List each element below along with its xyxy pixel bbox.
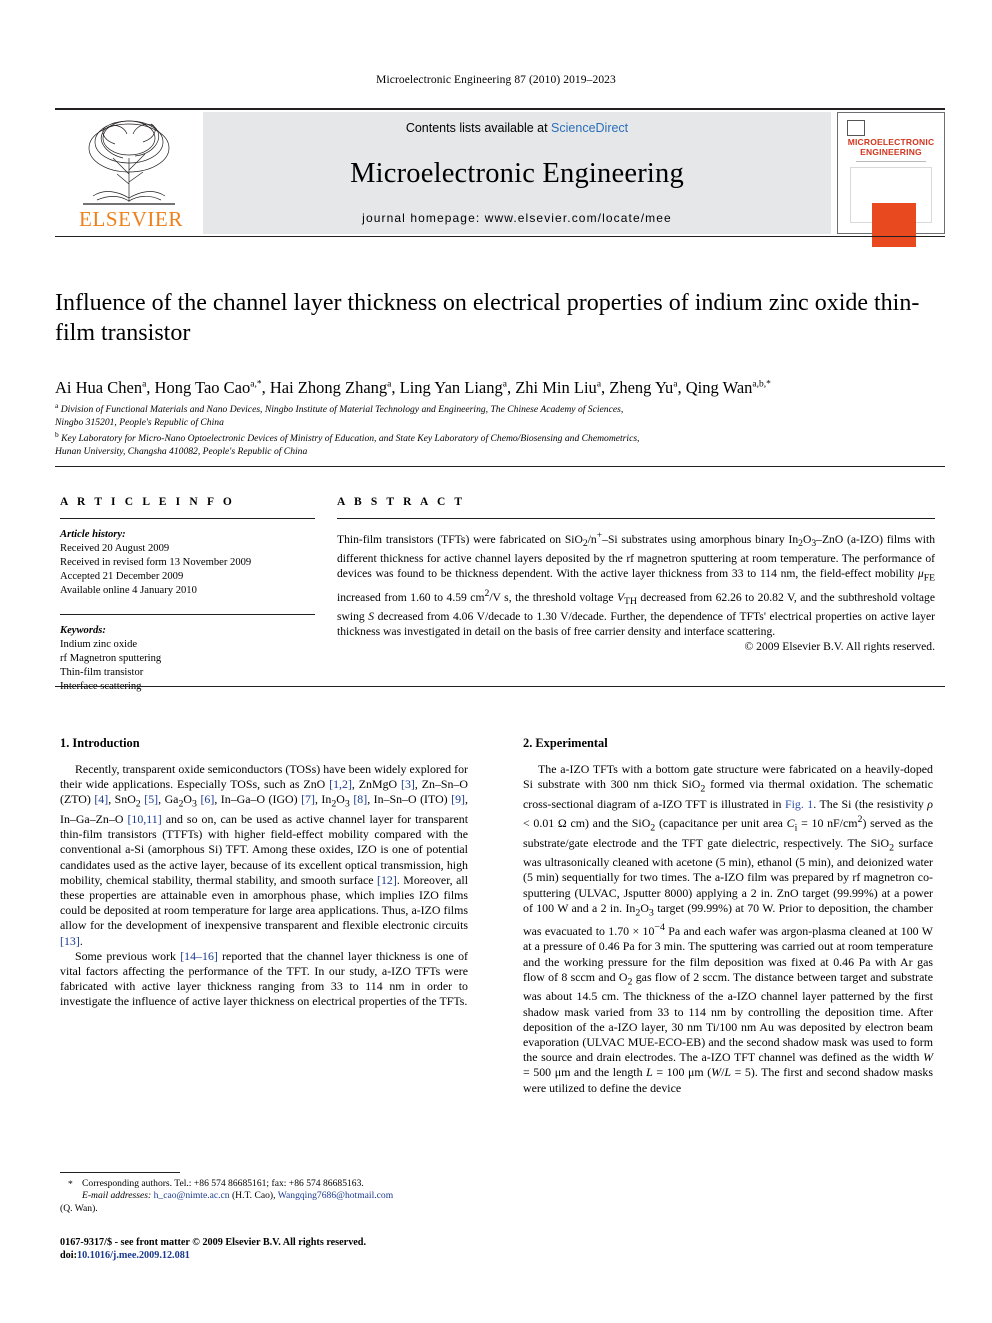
imprint-block: 0167-9317/$ - see front matter © 2009 El… bbox=[60, 1236, 490, 1262]
citation-4[interactable]: [4] bbox=[94, 792, 108, 806]
journal-banner: ELSEVIER Contents lists available at Sci… bbox=[55, 112, 945, 247]
citation-8[interactable]: [8] bbox=[353, 792, 367, 806]
column-right: 2. Experimental The a-IZO TFTs with a bo… bbox=[523, 736, 933, 1096]
sciencedirect-link[interactable]: ScienceDirect bbox=[551, 121, 628, 135]
article-history-2: Accepted 21 December 2009 bbox=[60, 571, 184, 582]
author-5: Zheng Yua, bbox=[609, 377, 686, 397]
citation-1-2[interactable]: [1,2] bbox=[329, 777, 352, 791]
abstract-rule bbox=[337, 518, 935, 519]
info-top-rule bbox=[55, 466, 945, 468]
footnote-marker: * bbox=[68, 1179, 73, 1190]
affiliation-a: a Division of Functional Materials and N… bbox=[55, 401, 624, 416]
running-head: Microelectronic Engineering 87 (2010) 20… bbox=[376, 74, 616, 86]
cover-divider bbox=[856, 161, 926, 162]
figure-1-link[interactable]: Fig. 1 bbox=[785, 797, 813, 811]
section-heading-introduction: 1. Introduction bbox=[60, 736, 140, 750]
banner-top-rule bbox=[55, 108, 945, 110]
footnote-block: * Corresponding authors. Tel.: +86 574 8… bbox=[60, 1178, 475, 1215]
abstract-block: A B S T R A C T Thin-film transistors (T… bbox=[337, 496, 935, 653]
contents-prefix: Contents lists available at bbox=[405, 121, 552, 135]
elsevier-wordmark: ELSEVIER bbox=[79, 207, 183, 231]
banner-bottom-rule bbox=[55, 236, 945, 238]
citation-13[interactable]: [13] bbox=[60, 934, 80, 948]
author-0: Ai Hua Chena, bbox=[55, 377, 155, 397]
email-owner-1: (H.T. Cao), bbox=[231, 1190, 276, 1202]
keyword-0: Indium zinc oxide bbox=[60, 639, 138, 650]
affiliation-b: b Key Laboratory for Micro-Nano Optoelec… bbox=[55, 430, 640, 445]
abstract-text: Thin-film transistors (TFTs) were fabric… bbox=[337, 530, 936, 639]
affiliation-a-cont: Ningbo 315201, People's Republic of Chin… bbox=[55, 416, 224, 428]
article-info-block: A R T I C L E I N F O Article history: R… bbox=[60, 496, 315, 694]
keywords-block: Keywords: Indium zinc oxide rf Magnetron… bbox=[60, 614, 315, 694]
article-info-rule bbox=[60, 518, 315, 519]
abstract-bottom-rule bbox=[55, 686, 945, 688]
email-owner-2: (Q. Wan). bbox=[60, 1202, 98, 1214]
author-2: Hai Zhong Zhanga, bbox=[269, 377, 400, 397]
cover-elsevier-icon bbox=[847, 120, 865, 136]
keywords-rule bbox=[60, 614, 315, 615]
abstract-heading: A B S T R A C T bbox=[337, 496, 466, 508]
keyword-2: Thin-film transistor bbox=[60, 667, 144, 678]
corresponding-author-note: Corresponding authors. Tel.: +86 574 866… bbox=[82, 1178, 364, 1189]
keywords-label: Keywords: bbox=[60, 625, 106, 636]
email-link-1[interactable]: h_cao@nimte.ac.cn bbox=[154, 1190, 230, 1201]
citation-7[interactable]: [7] bbox=[301, 792, 315, 806]
contents-line: Contents lists available at ScienceDirec… bbox=[203, 121, 831, 135]
article-history-0: Received 20 August 2009 bbox=[60, 543, 170, 554]
citation-3[interactable]: [3] bbox=[401, 777, 415, 791]
citation-12[interactable]: [12] bbox=[377, 873, 397, 887]
elsevier-tree-icon bbox=[63, 114, 195, 206]
abstract-copyright: © 2009 Elsevier B.V. All rights reserved… bbox=[744, 640, 935, 654]
article-history-label: Article history: bbox=[60, 529, 126, 540]
column-left: 1. Introduction Recently, transparent ox… bbox=[60, 736, 468, 1010]
journal-homepage[interactable]: journal homepage: www.elsevier.com/locat… bbox=[203, 211, 831, 225]
email-addresses-line: E-mail addresses: h_cao@nimte.ac.cn (H.T… bbox=[60, 1190, 475, 1202]
author-list: Ai Hua Chena, Hong Tao Caoa,*, Hai Zhong… bbox=[55, 374, 945, 398]
email-link-2[interactable]: Wangqing7686@hotmail.com bbox=[278, 1190, 393, 1201]
experimental-paragraph-1: The a-IZO TFTs with a bottom gate struct… bbox=[523, 762, 934, 1095]
intro-paragraph-2: Some previous work [14–16] reported that… bbox=[60, 948, 469, 1009]
author-1: Hong Tao Caoa,*, bbox=[154, 377, 270, 397]
cover-image-swatch bbox=[872, 203, 916, 247]
paper-page: Microelectronic Engineering 87 (2010) 20… bbox=[0, 0, 992, 1323]
cover-title-line1: MICROELECTRONIC bbox=[847, 137, 935, 147]
affiliation-b-cont: Hunan University, Changsha 410082, Peopl… bbox=[55, 446, 308, 458]
banner-center: Contents lists available at ScienceDirec… bbox=[203, 112, 831, 234]
article-history-1: Received in revised form 13 November 200… bbox=[60, 557, 252, 568]
imprint-front-matter: 0167-9317/$ - see front matter © 2009 El… bbox=[60, 1237, 367, 1248]
footnote-rule bbox=[60, 1172, 180, 1173]
intro-paragraph-1: Recently, transparent oxide semiconducto… bbox=[60, 762, 469, 948]
journal-title: Microelectronic Engineering bbox=[350, 158, 684, 189]
article-info-heading: A R T I C L E I N F O bbox=[60, 496, 235, 508]
citation-9[interactable]: [9] bbox=[451, 792, 465, 806]
affiliations: a Division of Functional Materials and N… bbox=[55, 400, 945, 459]
cover-title-line2: ENGINEERING bbox=[860, 147, 922, 157]
author-4: Zhi Min Liua, bbox=[515, 377, 610, 397]
email-label: E-mail addresses: bbox=[82, 1190, 152, 1202]
doi-label: doi: bbox=[60, 1250, 77, 1262]
citation-6[interactable]: [6] bbox=[200, 792, 214, 806]
citation-14-16[interactable]: [14–16] bbox=[180, 949, 218, 963]
citation-10-11[interactable]: [10,11] bbox=[127, 812, 161, 826]
section-heading-experimental: 2. Experimental bbox=[523, 736, 608, 750]
author-6: Qing Wana,b,* bbox=[685, 377, 771, 397]
elsevier-logo: ELSEVIER bbox=[55, 112, 203, 234]
journal-cover-thumbnail: MICROELECTRONIC ENGINEERING bbox=[837, 112, 945, 247]
citation-5[interactable]: [5] bbox=[144, 792, 158, 806]
imprint-doi-line: doi:10.1016/j.mee.2009.12.081 bbox=[60, 1249, 490, 1262]
article-history-3: Available online 4 January 2010 bbox=[60, 585, 197, 596]
doi-link[interactable]: 10.1016/j.mee.2009.12.081 bbox=[77, 1250, 190, 1261]
keyword-1: rf Magnetron sputtering bbox=[60, 653, 162, 664]
author-3: Ling Yan Lianga, bbox=[399, 377, 516, 397]
page-title: Influence of the channel layer thickness… bbox=[55, 290, 920, 346]
cover-title: MICROELECTRONIC ENGINEERING bbox=[842, 137, 940, 157]
